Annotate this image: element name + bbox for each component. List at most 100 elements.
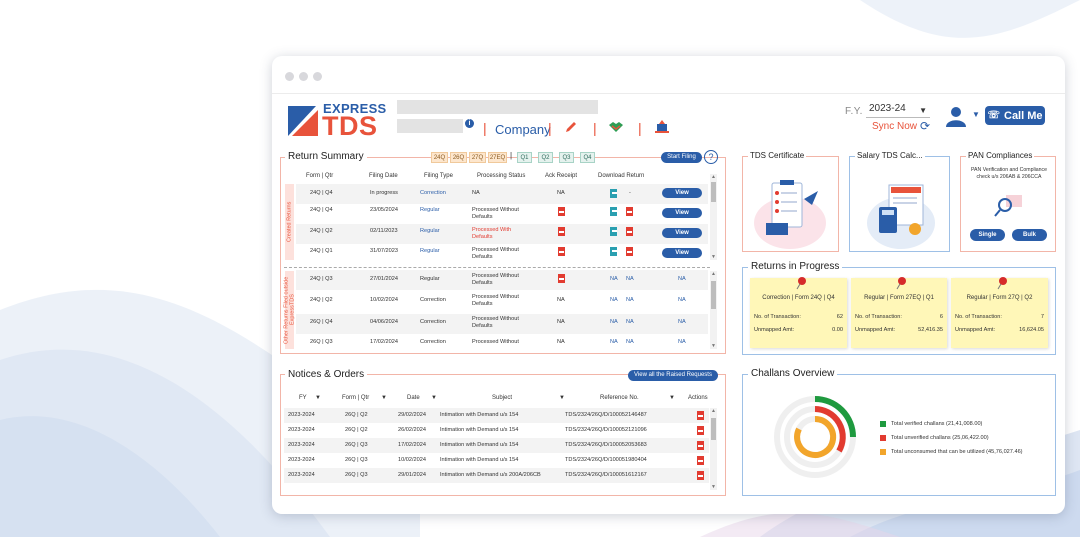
sync-now-link[interactable]: Sync Now [872, 121, 917, 132]
view-all-requests-button[interactable]: View all the Raised Requests [628, 370, 718, 381]
filing-date: 04/06/2024 [370, 319, 398, 325]
legend-item: Total unconsumed that can be utilized (4… [880, 449, 1023, 455]
tds-certificate-card[interactable]: TDS Certificate [742, 151, 839, 252]
pan-compliances-card: PAN Compliances PAN Verification and Com… [960, 151, 1056, 252]
note-txn-row: No. of Transaction: 6 [855, 314, 943, 320]
form-tag[interactable]: 26Q [450, 152, 467, 163]
filter-icon[interactable]: ▼ [315, 395, 321, 401]
edit-icon[interactable] [564, 120, 578, 134]
notice-fy: 2023-2024 [288, 412, 315, 418]
chevron-down-icon[interactable]: ▼ [972, 110, 980, 119]
view-button[interactable]: View [662, 208, 702, 218]
scrollbar[interactable]: ▲ ▼ [710, 271, 717, 349]
user-avatar-icon[interactable] [945, 105, 967, 127]
divider [272, 93, 1065, 94]
filing-date: 10/02/2024 [370, 297, 398, 303]
processing-status: Processed Without Defaults [472, 207, 519, 220]
scrollbar[interactable]: ▲ ▼ [710, 408, 717, 490]
processing-status: Processed Without Defaults [472, 273, 519, 286]
processing-status: Processed Without Defaults [472, 294, 519, 307]
pdf-icon[interactable] [625, 227, 634, 236]
filing-date: 27/01/2024 [370, 276, 398, 282]
processing-status: Processed Without [472, 339, 519, 345]
pdf-icon[interactable] [625, 207, 634, 216]
express-tds-logo[interactable]: EXPRESS TDS [288, 100, 386, 141]
pdf-icon[interactable] [557, 207, 566, 216]
download-na: NA [626, 276, 634, 282]
form-tag[interactable]: 24Q [431, 152, 448, 163]
column-header: Ack Receipt [545, 173, 578, 179]
form-qtr: 24Q | Q3 [310, 276, 333, 282]
download-na: NA [626, 297, 634, 303]
pan-compliances-title: PAN Compliances [966, 151, 1035, 160]
filing-type: Regular [420, 228, 440, 234]
pdf-icon[interactable] [625, 247, 634, 256]
filter-icon[interactable]: ▼ [669, 395, 675, 401]
pdf-icon[interactable] [696, 411, 705, 420]
form-tag[interactable]: 27EQ [488, 152, 507, 163]
view-button[interactable]: View [662, 248, 702, 258]
sync-icon[interactable]: ⟳ [920, 119, 930, 133]
table-row: 24Q | Q4 In progress Correction NA NA - … [296, 184, 708, 204]
filing-date: 02/11/2023 [370, 228, 398, 234]
return-progress-note[interactable]: Regular | Form 27Q | Q2 No. of Transacti… [951, 277, 1048, 348]
quarter-tag[interactable]: Q2 [538, 152, 553, 163]
filing-date: In progress [370, 190, 398, 196]
pdf-icon[interactable] [557, 227, 566, 236]
scroll-thumb[interactable] [711, 182, 716, 202]
company-pan-placeholder [397, 119, 463, 133]
pdf-icon[interactable] [696, 471, 705, 480]
txt-download-icon[interactable] [609, 227, 618, 236]
processing-status: Processed Without Defaults [472, 247, 519, 260]
salary-tds-calc-card[interactable]: Salary TDS Calc... [849, 151, 950, 252]
pdf-icon[interactable] [557, 274, 566, 283]
view-button[interactable]: View [662, 228, 702, 238]
scrollbar[interactable]: ▲ ▼ [710, 174, 717, 260]
scroll-thumb[interactable] [711, 281, 716, 309]
txt-download-icon[interactable] [609, 247, 618, 256]
scroll-thumb[interactable] [711, 418, 716, 440]
amt-value: 0.00 [832, 327, 843, 333]
note-txn-row: No. of Transaction: 7 [955, 314, 1044, 320]
txt-download-icon[interactable] [609, 207, 618, 216]
return-progress-note[interactable]: Regular | Form 27EQ | Q1 No. of Transact… [851, 277, 947, 348]
return-progress-note[interactable]: Correction | Form 24Q | Q4 No. of Transa… [750, 277, 847, 348]
pan-search-icon [994, 195, 1022, 217]
call-me-button[interactable]: ☏ Call Me [985, 106, 1045, 125]
document-upload-icon[interactable] [654, 120, 670, 134]
column-header: Download Return [598, 173, 645, 179]
single-button[interactable]: Single [970, 229, 1005, 241]
action-na: NA [678, 319, 686, 325]
pdf-icon[interactable] [696, 441, 705, 450]
info-icon[interactable]: i [465, 119, 474, 128]
filing-date: 23/05/2024 [370, 207, 398, 213]
quarter-tag[interactable]: Q1 [517, 152, 532, 163]
filter-icon[interactable]: ▼ [431, 395, 437, 401]
scroll-down-icon: ▼ [711, 343, 716, 349]
handshake-icon[interactable] [608, 120, 624, 134]
separator: | [593, 120, 597, 136]
start-filing-button[interactable]: Start Filing [661, 152, 702, 163]
pushpin-icon [896, 277, 906, 290]
help-icon[interactable]: ? [704, 150, 718, 164]
filter-icon[interactable]: ▼ [381, 395, 387, 401]
notice-form: 26Q | Q2 [345, 427, 368, 433]
pdf-icon[interactable] [696, 426, 705, 435]
pdf-icon[interactable] [557, 247, 566, 256]
view-button[interactable]: View [662, 188, 702, 198]
filter-icon[interactable]: ▼ [559, 395, 565, 401]
bulk-button[interactable]: Bulk [1012, 229, 1047, 241]
table-row: 26Q | Q4 04/06/2024 Correction Processed… [296, 314, 708, 334]
txt-download-icon[interactable] [609, 189, 618, 198]
fy-select[interactable]: 2023-24 ▼ [866, 103, 930, 118]
table-row: 2023-2024 26Q | Q3 29/01/2024 Intimation… [284, 468, 709, 483]
quarter-tag[interactable]: Q4 [580, 152, 595, 163]
quarter-tag[interactable]: Q3 [559, 152, 574, 163]
form-tag[interactable]: 27Q [469, 152, 486, 163]
certificate-illustration-icon [754, 180, 826, 249]
pdf-icon[interactable] [696, 456, 705, 465]
note-amt-row: Unmapped Amt: 0.00 [754, 327, 843, 333]
column-header: FY [299, 395, 307, 401]
company-link[interactable]: Company [495, 122, 551, 137]
divider [284, 267, 710, 268]
